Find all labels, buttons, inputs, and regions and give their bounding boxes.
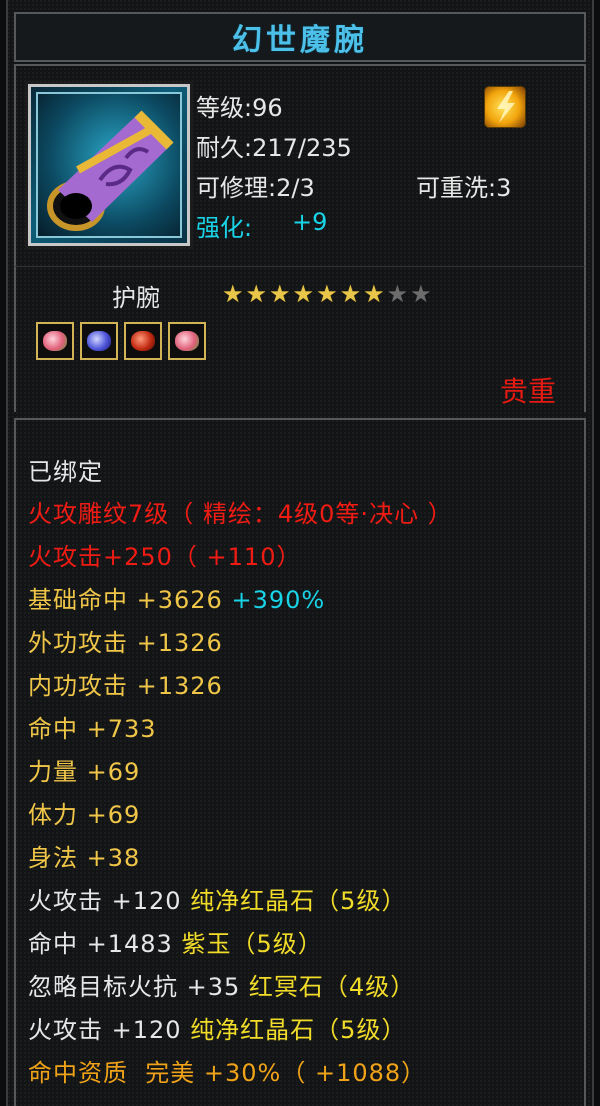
gem-name: 红冥石（4级） <box>248 973 416 1001</box>
enhance-value: +9 <box>292 208 328 236</box>
star-filled-icon: ★ <box>339 280 362 308</box>
gem-name: 纯净红晶石（5级） <box>190 887 407 915</box>
gem-bonus-label: 命中 +1483 <box>28 930 173 958</box>
gem-slots <box>36 322 206 360</box>
level-text: 等级:96 <box>196 94 283 122</box>
pink-gem-icon <box>168 322 206 360</box>
hit-line: 命中 +733 <box>28 715 157 743</box>
enhance-label: 强化: <box>196 214 253 242</box>
durability-text: 耐久:217/235 <box>196 134 352 162</box>
stamina-line: 体力 +69 <box>28 801 141 829</box>
star-empty-icon: ★ <box>410 280 432 308</box>
rewash-text: 可重洗:3 <box>416 174 512 202</box>
bound-status: 已绑定 <box>28 458 103 486</box>
star-rating: ★ ★ ★ ★ ★ ★ ★ ★ ★ <box>222 282 432 306</box>
star-empty-icon: ★ <box>386 280 409 308</box>
gem-name: 紫玉（5级） <box>181 930 323 958</box>
int-attack-line: 内功攻击 +1326 <box>28 672 223 700</box>
gem-bonus-line: 命中 +1483 紫玉（5级） <box>28 924 323 959</box>
gem-bonus-label: 忽略目标火抗 +35 <box>28 973 241 1001</box>
gem-name: 纯净红晶石（5级） <box>190 1016 407 1044</box>
fire-attack-line: 火攻击+250（ +110） <box>28 543 302 571</box>
lightning-icon <box>497 91 515 123</box>
base-hit-label: 基础命中 +3626 <box>28 586 223 614</box>
ext-attack-line: 外功攻击 +1326 <box>28 629 223 657</box>
special-mark-icon <box>484 86 526 128</box>
gem-bonus-label: 火攻击 +120 <box>28 1016 182 1044</box>
gem-bonus-line: 忽略目标火抗 +35 红冥石（4级） <box>28 967 415 1002</box>
engrave-line: 火攻雕纹7级（ 精绘：4级0等·决心 ） <box>28 500 453 528</box>
gem-bonus-line: 火攻击 +120 纯净红晶石（5级） <box>28 881 406 916</box>
star-filled-icon: ★ <box>363 280 385 308</box>
item-header-panel: 等级:96 耐久:217/235 可修理:2/3 可重洗:3 强化: +9 <box>14 64 586 266</box>
base-hit-percent: +390% <box>231 586 326 614</box>
star-filled-icon: ★ <box>222 280 244 308</box>
star-filled-icon: ★ <box>316 280 338 308</box>
title-bar: 幻世魔腕 <box>14 12 586 62</box>
aptitude-value: +30%（ +1088） <box>203 1059 427 1087</box>
pink-gem-icon <box>36 322 74 360</box>
star-filled-icon: ★ <box>292 280 315 308</box>
aptitude-line: 命中资质 完美 +30%（ +1088） <box>28 1053 426 1088</box>
strength-line: 力量 +69 <box>28 758 141 786</box>
item-title: 幻世魔腕 <box>232 23 368 58</box>
gem-bonus-label: 火攻击 +120 <box>28 887 182 915</box>
star-filled-icon: ★ <box>269 280 291 308</box>
star-filled-icon: ★ <box>245 280 268 308</box>
aptitude-label: 命中资质 <box>28 1059 128 1087</box>
rarity-label: 贵重 <box>500 375 557 408</box>
agility-line: 身法 +38 <box>28 844 141 872</box>
bracer-icon <box>36 92 182 238</box>
aptitude-quality: 完美 <box>145 1059 196 1087</box>
gem-bonus-line: 火攻击 +120 纯净红晶石（5级） <box>28 1010 406 1045</box>
blue-gem-icon <box>80 322 118 360</box>
item-icon-frame <box>25 81 193 249</box>
red-gem-icon <box>124 322 162 360</box>
base-hit-line: 基础命中 +3626 +390% <box>28 580 325 615</box>
repair-text: 可修理:2/3 <box>196 174 315 202</box>
bracer-image <box>47 110 174 231</box>
item-type-label: 护腕 <box>112 284 160 312</box>
